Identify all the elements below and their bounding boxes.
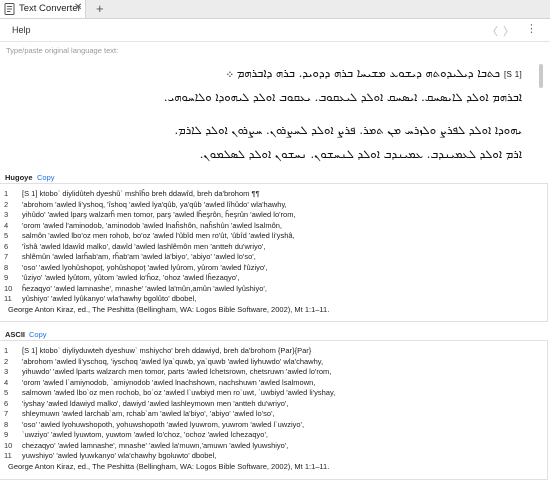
line-text: 'îshâ 'awled ldawîd malko', dawîd 'awled… <box>22 241 266 251</box>
line-number: 7 <box>4 252 9 261</box>
output-line: 5 salmown 'awled lbo`oz men rochob, bo`oz… <box>0 388 540 398</box>
line-number: 10 <box>4 283 13 293</box>
line-text: salmôn 'awled lbo'oz men rohob, bo'oz 'a… <box>22 231 295 240</box>
output-line: 2 'abrohom 'awled li'yshoq, 'îshoq 'awled… <box>0 200 540 210</box>
chevron-left-icon[interactable]: 〈 <box>487 23 498 39</box>
add-tab-icon[interactable]: + <box>96 1 104 16</box>
output-line: 3 yihuwdo' 'awled lparts walzarch men tom… <box>0 367 540 377</box>
line-text: yihûdo' 'awled lparş walzarĥ men tomor, … <box>22 210 296 219</box>
output-line: 9 'ûziyo' 'awled lyûtom, yûtom 'awled lo'… <box>0 273 540 283</box>
tab-text-converter[interactable]: Text Converter ✕ <box>0 0 86 18</box>
line-number: 1 <box>4 346 9 355</box>
line-text: 'orom 'awled l`amiynodob, `amiynodob 'aw… <box>22 377 316 387</box>
line-number: 3 <box>4 210 9 219</box>
line-number: 7 <box>4 409 9 418</box>
line-text: yûshiyo' 'awled lyûkanyo' wla'hawhy bgol… <box>22 294 197 303</box>
line-text: yuwshiyo' 'awled lyuwkanyo' wla'chawhy b… <box>22 451 217 460</box>
output-line: 8 'oso' 'awled lyohûshopoț, yohûshopoț 'a… <box>0 263 540 273</box>
line-number: 8 <box>4 262 9 272</box>
line-number: 2 <box>4 199 9 209</box>
line-number: 3 <box>4 367 9 376</box>
line-text: salmown 'awled lbo`oz men rochob, bo`oz … <box>22 388 336 397</box>
line-text: 'iyshay 'awled ldawiyd malko', dawiyd 'a… <box>22 398 289 408</box>
citation: George Anton Kiraz, ed., The Peshitta (B… <box>8 462 330 471</box>
source-text-input[interactable]: [S 1] ܟܬܒܐ ܕܝܠܝܕܘܬܗ ܕܝܫܘܥ ܡܫܝܚܐ ܒܪܗ ܕܕܘܝ… <box>0 58 547 164</box>
line-text: 'orom 'awled l'aminodob, 'aminodob 'awle… <box>22 220 282 230</box>
hugoye-output[interactable]: 1 [S 1] ktobo` diylidûteh dyeshû` mshîĥo … <box>0 183 548 322</box>
line-text: 'oso' 'awled lyohûshopoț, yohûshopoț 'aw… <box>22 262 268 272</box>
source-line-text: ܟܬܒܐ ܕܝܠܝܕܘܬܗ ܕܝܫܘܥ ܡܫܝܚܐ ܒܪܗ ܕܕܘܝܕ. ܒܪܗ… <box>226 66 501 80</box>
document-icon <box>4 3 15 15</box>
output-line: 7 shlêmûn 'awled larĥab'am, rĥab'am 'awle… <box>0 252 540 262</box>
output-line: 10 chezaqyo' 'awled lamnashe', mnashe' 'a… <box>0 441 540 451</box>
line-text: 'oso' 'awled lyohuwshopoth, yohuwshopoth… <box>22 419 305 429</box>
output-line: 3 yihûdo' 'awled lparş walzarĥ men tomor,… <box>0 210 540 220</box>
source-line: [S 1] ܟܬܒܐ ܕܝܠܝܕܘܬܗ ܕܝܫܘܥ ܡܫܝܚܐ ܒܪܗ ܕܕܘܝ… <box>4 66 522 81</box>
line-text: shleymuwn 'awled larchab`am, rchab`am 'a… <box>22 409 275 418</box>
line-number: 11 <box>4 294 12 303</box>
line-number: 10 <box>4 440 13 450</box>
tab-title: Text Converter <box>19 3 81 14</box>
output-line: 6 'îshâ 'awled ldawîd malko', dawîd 'awle… <box>0 242 540 252</box>
output-line: 11 yûshiyo' 'awled lyûkanyo' wla'hawhy bg… <box>0 294 540 304</box>
ascii-copy-button[interactable]: Copy <box>29 330 47 339</box>
chevron-right-icon[interactable]: 〉 <box>503 23 514 39</box>
source-input-label: Type/paste original language text: <box>6 46 119 55</box>
help-menu[interactable]: Help <box>12 25 31 35</box>
line-text: 'abrohom 'awled li'yshoq, 'îshoq 'awled … <box>22 199 287 209</box>
line-text: [S 1] ktobo` diylidûteh dyeshû` mshîĥo b… <box>22 189 260 198</box>
output-line: 8 'oso' 'awled lyohuwshopoth, yohuwshopot… <box>0 420 540 430</box>
line-text: `uwziyo' 'awled lyuwtom, yuwtom 'awled l… <box>22 430 268 439</box>
output-line: 10 ĥezaqyo' 'awled lamnashe', mnashe' 'aw… <box>0 284 540 294</box>
output-line: 7 shleymuwn 'awled larchab`am, rchab`am '… <box>0 409 540 419</box>
output-line: 1 [S 1] ktobo` diylidûteh dyeshû` mshîĥo … <box>0 189 540 199</box>
line-number: 9 <box>4 430 9 439</box>
tab-bar: Text Converter ✕ + <box>0 0 550 19</box>
segment-marker: [S 1] <box>504 70 522 79</box>
source-line: ܐܪܡ ܐܘܠܕ ܠܥܡܝܢܕܒ. ܥܡܝܢܕܒ ܐܘܠܕ ܠܢܚܫܘܢ. ܢܚ… <box>199 147 522 161</box>
source-line: ܐܒܪܗܡ ܐܘܠܕ ܠܐܝܣܚܩ. ܐܝܣܚܩ ܐܘܠܕ ܠܝܥܩܘܒ. ܝܥ… <box>163 90 522 104</box>
source-scrollbar[interactable] <box>539 64 543 88</box>
line-number: 6 <box>4 241 9 251</box>
line-number: 5 <box>4 388 9 397</box>
line-number: 9 <box>4 273 9 282</box>
output-line: 4 'orom 'awled l'aminodob, 'aminodob 'awl… <box>0 221 540 231</box>
line-number: 11 <box>4 451 12 460</box>
output-line: 11 yuwshiyo' 'awled lyuwkanyo' wla'chawhy… <box>0 451 540 461</box>
output-line: 9 `uwziyo' 'awled lyuwtom, yuwtom 'awled … <box>0 430 540 440</box>
line-text: yihuwdo' 'awled lparts walzarch men tomo… <box>22 367 332 376</box>
hugoye-copy-button[interactable]: Copy <box>37 173 55 182</box>
line-text: 'ûziyo' 'awled lyûtom, yûtom 'awled lo'ĥ… <box>22 273 240 282</box>
toolbar: Help 〈 〉 ⋮ <box>0 19 550 42</box>
citation: George Anton Kiraz, ed., The Peshitta (B… <box>8 305 330 314</box>
output-line: 5 salmôn 'awled lbo'oz men rohob, bo'oz '… <box>0 231 540 241</box>
output-line: 6 'iyshay 'awled ldawiyd malko', dawiyd '… <box>0 399 540 409</box>
ascii-title: ASCII <box>5 330 26 339</box>
line-text: ĥezaqyo' 'awled lamnashe', mnashe' 'awle… <box>22 283 267 293</box>
line-text: shlêmûn 'awled larĥab'am, rĥab'am 'awled… <box>22 252 256 261</box>
line-number: 5 <box>4 231 9 240</box>
line-number: 6 <box>4 398 9 408</box>
line-number: 8 <box>4 419 9 429</box>
line-number: 4 <box>4 377 9 387</box>
hugoye-title: Hugoye <box>5 173 33 182</box>
line-text: 'abrohom 'awled li'yschoq, 'iyschoq 'awl… <box>22 356 324 366</box>
more-options-icon[interactable]: ⋮ <box>526 22 537 35</box>
line-number: 1 <box>4 189 9 198</box>
line-number: 2 <box>4 356 9 366</box>
output-line: 4 'orom 'awled l`amiynodob, `amiynodob 'a… <box>0 378 540 388</box>
close-icon[interactable]: ✕ <box>74 2 82 13</box>
line-text: chezaqyo' 'awled lamnashe', mnashe' 'awl… <box>22 440 289 450</box>
output-line: 2 'abrohom 'awled li'yschoq, 'iyschoq 'aw… <box>0 357 540 367</box>
ascii-output[interactable]: 1 [S 1] ktobo` diyliyduwteh dyeshuw` mshi… <box>0 340 548 480</box>
line-number: 4 <box>4 220 9 230</box>
output-line: 1 [S 1] ktobo` diyliyduwteh dyeshuw` mshi… <box>0 346 540 356</box>
line-text: [S 1] ktobo` diyliyduwteh dyeshuw` mshiy… <box>22 346 312 355</box>
source-line: ܝܗܘܕܐ ܐܘܠܕ ܠܦܪܨ ܘܠܙܪܚ ܡܢ ܬܡܪ. ܦܪܨ ܐܘܠܕ ܠ… <box>174 123 522 137</box>
